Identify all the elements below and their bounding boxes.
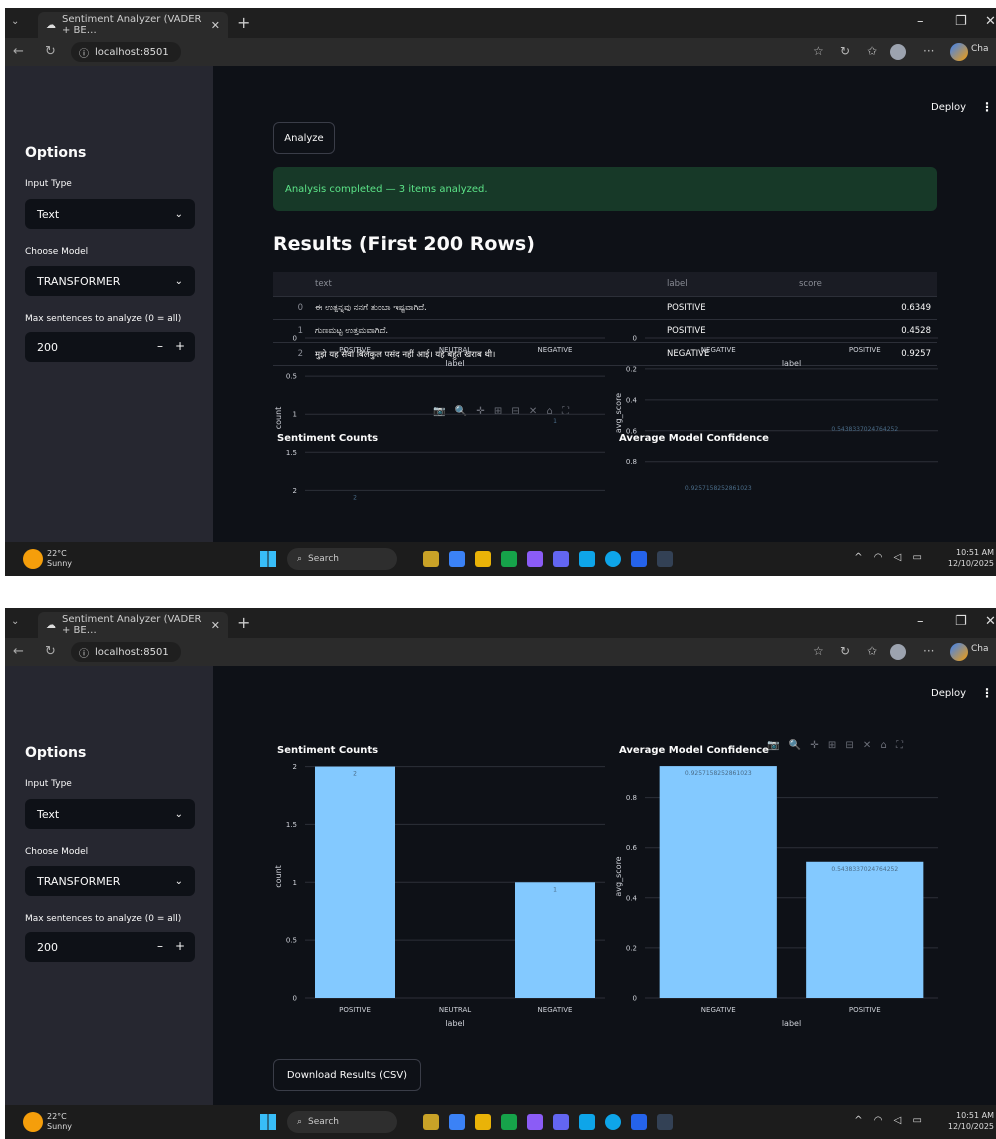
- search-icon: ⌕: [297, 1117, 303, 1127]
- screenshot-top: ⌄ ☁ Sentiment Analyzer (VADER + BE… ✕ + …: [5, 8, 996, 576]
- copilot-app-icon[interactable]: [527, 1114, 543, 1130]
- taskbar: 22°C Sunny ⌕ Search ^ ◠ ◁ ▭ 10:51 AM 12/…: [5, 542, 996, 576]
- x-axis-label: label: [782, 1019, 801, 1028]
- bar-value-label: 0.9257158252861023: [685, 485, 752, 492]
- y-axis-label: avg_score: [614, 393, 623, 433]
- system-tray[interactable]: ^ ◠ ◁ ▭: [854, 1115, 926, 1126]
- bar-value-label: 0.5438337024764252: [831, 866, 898, 873]
- bar-value-label: 0.5438337024764252: [831, 426, 898, 433]
- file-explorer-icon[interactable]: [475, 1114, 491, 1130]
- clock-time: 10:51 AM: [956, 1111, 994, 1120]
- store-icon[interactable]: [501, 551, 517, 567]
- teams-icon[interactable]: [553, 551, 569, 567]
- bar-value-label: 0.9257158252861023: [685, 770, 752, 777]
- weather-icon[interactable]: [23, 549, 43, 569]
- photos-icon[interactable]: [579, 551, 595, 567]
- x-tick-label: POSITIVE: [849, 1006, 881, 1014]
- taskbar-search[interactable]: ⌕ Search: [287, 548, 397, 570]
- temperature: 22°C: [47, 549, 67, 558]
- confidence-chart: 0 0.2 0.4 0.6 0.8 0.9257158252861023 NEGATIVE 0…: [614, 766, 938, 1028]
- x-tick-label: POSITIVE: [849, 346, 881, 354]
- x-tick-label: NEGATIVE: [701, 1006, 736, 1014]
- weather-icon[interactable]: [23, 1112, 43, 1132]
- confidence-chart: 0 0.2 0.4 0.6 0.8 0.9257158252861023 NEGATIVE 0…: [614, 335, 938, 492]
- search-label: Search: [308, 1117, 339, 1127]
- task-view-icon[interactable]: [449, 1114, 465, 1130]
- bar: [806, 861, 924, 998]
- file-explorer-icon[interactable]: [475, 551, 491, 567]
- y-tick-label: 0.6: [626, 844, 638, 852]
- y-tick-label: 0.2: [626, 365, 637, 373]
- weather-widget[interactable]: 22°C Sunny: [47, 549, 72, 569]
- weather-condition: Sunny: [47, 1122, 73, 1131]
- x-axis-label: label: [782, 359, 801, 368]
- y-tick-label: 0.4: [626, 894, 638, 902]
- y-tick-label: 0.8: [626, 794, 637, 802]
- y-tick-label: 0: [633, 995, 637, 1003]
- taskbar-search[interactable]: ⌕ Search: [287, 1111, 397, 1133]
- windows-start-icon[interactable]: [260, 1114, 276, 1130]
- vscode-icon[interactable]: [631, 1114, 647, 1130]
- clock-date: 12/10/2025: [947, 559, 994, 568]
- taskbar: 22°C Sunny ⌕ Search ^ ◠ ◁ ▭ 10:51 AM 12/…: [5, 1105, 996, 1139]
- edge-icon[interactable]: [605, 551, 621, 567]
- vscode-icon[interactable]: [631, 551, 647, 567]
- download-csv-button[interactable]: Download Results (CSV): [273, 1059, 421, 1091]
- copilot-app-icon[interactable]: [527, 551, 543, 567]
- windows-start-icon[interactable]: [260, 551, 276, 567]
- system-tray[interactable]: ^ ◠ ◁ ▭: [854, 552, 926, 563]
- clock-date: 12/10/2025: [947, 1122, 994, 1131]
- weather-widget[interactable]: 22°C Sunny: [47, 1112, 72, 1132]
- search-label: Search: [308, 554, 339, 564]
- terminal-icon[interactable]: [657, 1114, 673, 1130]
- screenshot-bottom: ⌄ ☁ Sentiment Analyzer (VADER + BE… ✕ + …: [5, 608, 996, 1139]
- store-icon[interactable]: [501, 1114, 517, 1130]
- widgets-icon[interactable]: [423, 551, 439, 567]
- y-tick-label: 0.2: [626, 944, 637, 952]
- weather-condition: Sunny: [47, 559, 73, 568]
- edge-icon[interactable]: [605, 1114, 621, 1130]
- terminal-icon[interactable]: [657, 551, 673, 567]
- widgets-icon[interactable]: [423, 1114, 439, 1130]
- clock[interactable]: 10:51 AM 12/10/2025: [948, 547, 994, 569]
- y-tick-label: 0.4: [626, 396, 638, 404]
- clock[interactable]: 10:51 AM 12/10/2025: [948, 1110, 994, 1132]
- photos-icon[interactable]: [579, 1114, 595, 1130]
- y-axis-label: avg_score: [614, 856, 623, 896]
- y-tick-label: 0.8: [626, 458, 637, 466]
- teams-icon[interactable]: [553, 1114, 569, 1130]
- task-view-icon[interactable]: [449, 551, 465, 567]
- y-tick-label: 0: [633, 335, 637, 343]
- clock-time: 10:51 AM: [956, 548, 994, 557]
- bar: [659, 766, 777, 998]
- search-icon: ⌕: [297, 554, 303, 564]
- y-tick-label: 0.6: [626, 427, 638, 435]
- temperature: 22°C: [47, 1112, 67, 1121]
- x-tick-label: NEGATIVE: [701, 346, 736, 354]
